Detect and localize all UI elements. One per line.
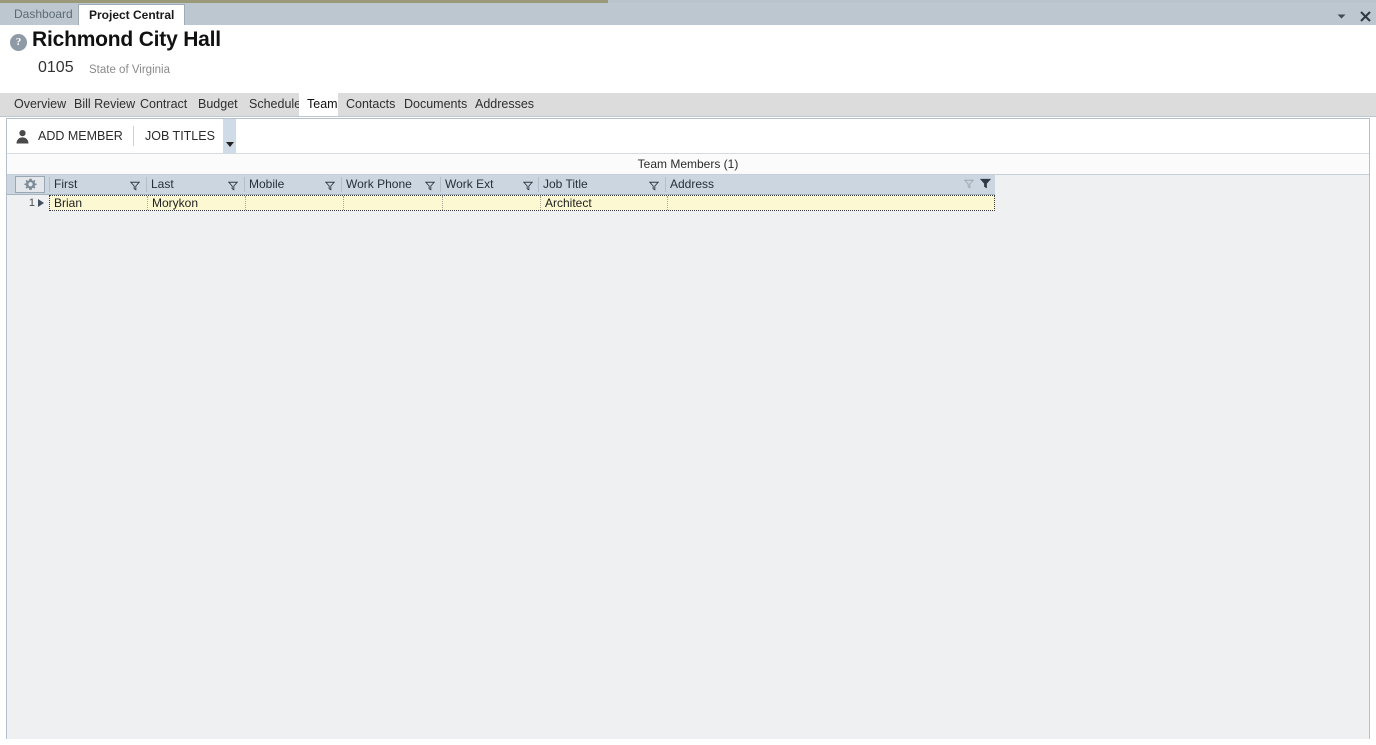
caret-down-icon (226, 142, 234, 147)
cell-address (668, 196, 994, 210)
cell-work-ext (443, 196, 540, 210)
row-number-cell: 1 (7, 195, 47, 211)
column-header-label: Last (151, 177, 174, 191)
window-tab-dashboard[interactable]: Dashboard (4, 4, 83, 25)
close-icon[interactable] (1358, 7, 1372, 25)
column-header-work-phone[interactable]: Work Phone (342, 175, 440, 194)
tab-schedule[interactable]: Schedule (241, 93, 301, 116)
cell-mobile (246, 196, 343, 210)
column-header-label: First (54, 177, 78, 191)
column-header-label: Job Title (543, 177, 588, 191)
tab-addresses[interactable]: Addresses (467, 93, 538, 116)
team-members-grid: First Last Mobile Work Phone Work Ext Jo… (7, 175, 1369, 739)
tab-budget[interactable]: Budget (190, 93, 241, 116)
cell-last: Morykon (152, 196, 199, 210)
add-member-button[interactable]: ADD MEMBER (15, 119, 123, 153)
column-header-mobile[interactable]: Mobile (245, 175, 341, 194)
funnel-clear-icon[interactable] (963, 178, 975, 192)
section-tab-bar: Overview Bill Review Contract Budget Sch… (0, 93, 1376, 117)
column-header-label: Address (670, 177, 715, 191)
funnel-icon[interactable] (979, 178, 992, 192)
page-title: Richmond City Hall (32, 28, 221, 51)
grid-header-row: First Last Mobile Work Phone Work Ext Jo… (7, 175, 995, 195)
toolbar-overflow-button[interactable] (223, 119, 236, 153)
content-panel: ADD MEMBER JOB TITLES Team Members (1) F… (6, 118, 1370, 739)
cell-first: Brian (54, 196, 83, 210)
column-header-label: Work Phone (346, 177, 412, 191)
column-header-last[interactable]: Last (147, 175, 244, 194)
tab-documents[interactable]: Documents (396, 93, 467, 116)
person-icon (15, 129, 30, 144)
window-tab-bar: Dashboard Project Central (0, 3, 1376, 25)
help-circle-icon[interactable]: ? (10, 34, 27, 51)
caret-right-icon[interactable] (38, 199, 44, 207)
row-number: 1 (28, 197, 35, 209)
cell-job-title: Architect (545, 196, 592, 210)
job-titles-label: JOB TITLES (145, 129, 215, 143)
row-cells[interactable]: Brian Morykon Architect (49, 195, 995, 211)
column-header-address[interactable]: Address (666, 175, 994, 194)
page-header: ? Richmond City Hall 0105 State of Virgi… (0, 25, 1376, 88)
chevron-down-icon[interactable] (1334, 7, 1348, 25)
tab-contacts[interactable]: Contacts (338, 93, 396, 116)
gear-icon[interactable] (15, 176, 45, 193)
add-member-label: ADD MEMBER (38, 129, 123, 143)
toolbar-divider (133, 126, 134, 146)
tab-bill-review[interactable]: Bill Review (66, 93, 135, 116)
project-subtitle: State of Virginia (89, 64, 170, 76)
column-header-job-title[interactable]: Job Title (539, 175, 665, 194)
tab-team[interactable]: Team (299, 93, 338, 116)
window-controls (1334, 6, 1372, 26)
column-header-label: Mobile (249, 177, 285, 191)
window-tab-project-central[interactable]: Project Central (78, 4, 186, 25)
project-number: 0105 (38, 59, 74, 76)
grid-filter-controls (963, 178, 992, 192)
job-titles-button[interactable]: JOB TITLES (145, 119, 215, 153)
team-toolbar: ADD MEMBER JOB TITLES (7, 119, 1369, 154)
tab-overview[interactable]: Overview (6, 93, 66, 116)
table-row[interactable]: 1 Brian Morykon Architect (7, 195, 995, 211)
tab-contract[interactable]: Contract (132, 93, 190, 116)
column-header-label: Work Ext (445, 177, 494, 191)
cell-work-phone (344, 196, 442, 210)
grid-caption: Team Members (1) (7, 154, 1369, 175)
column-header-work-ext[interactable]: Work Ext (441, 175, 538, 194)
column-header-first[interactable]: First (50, 175, 146, 194)
